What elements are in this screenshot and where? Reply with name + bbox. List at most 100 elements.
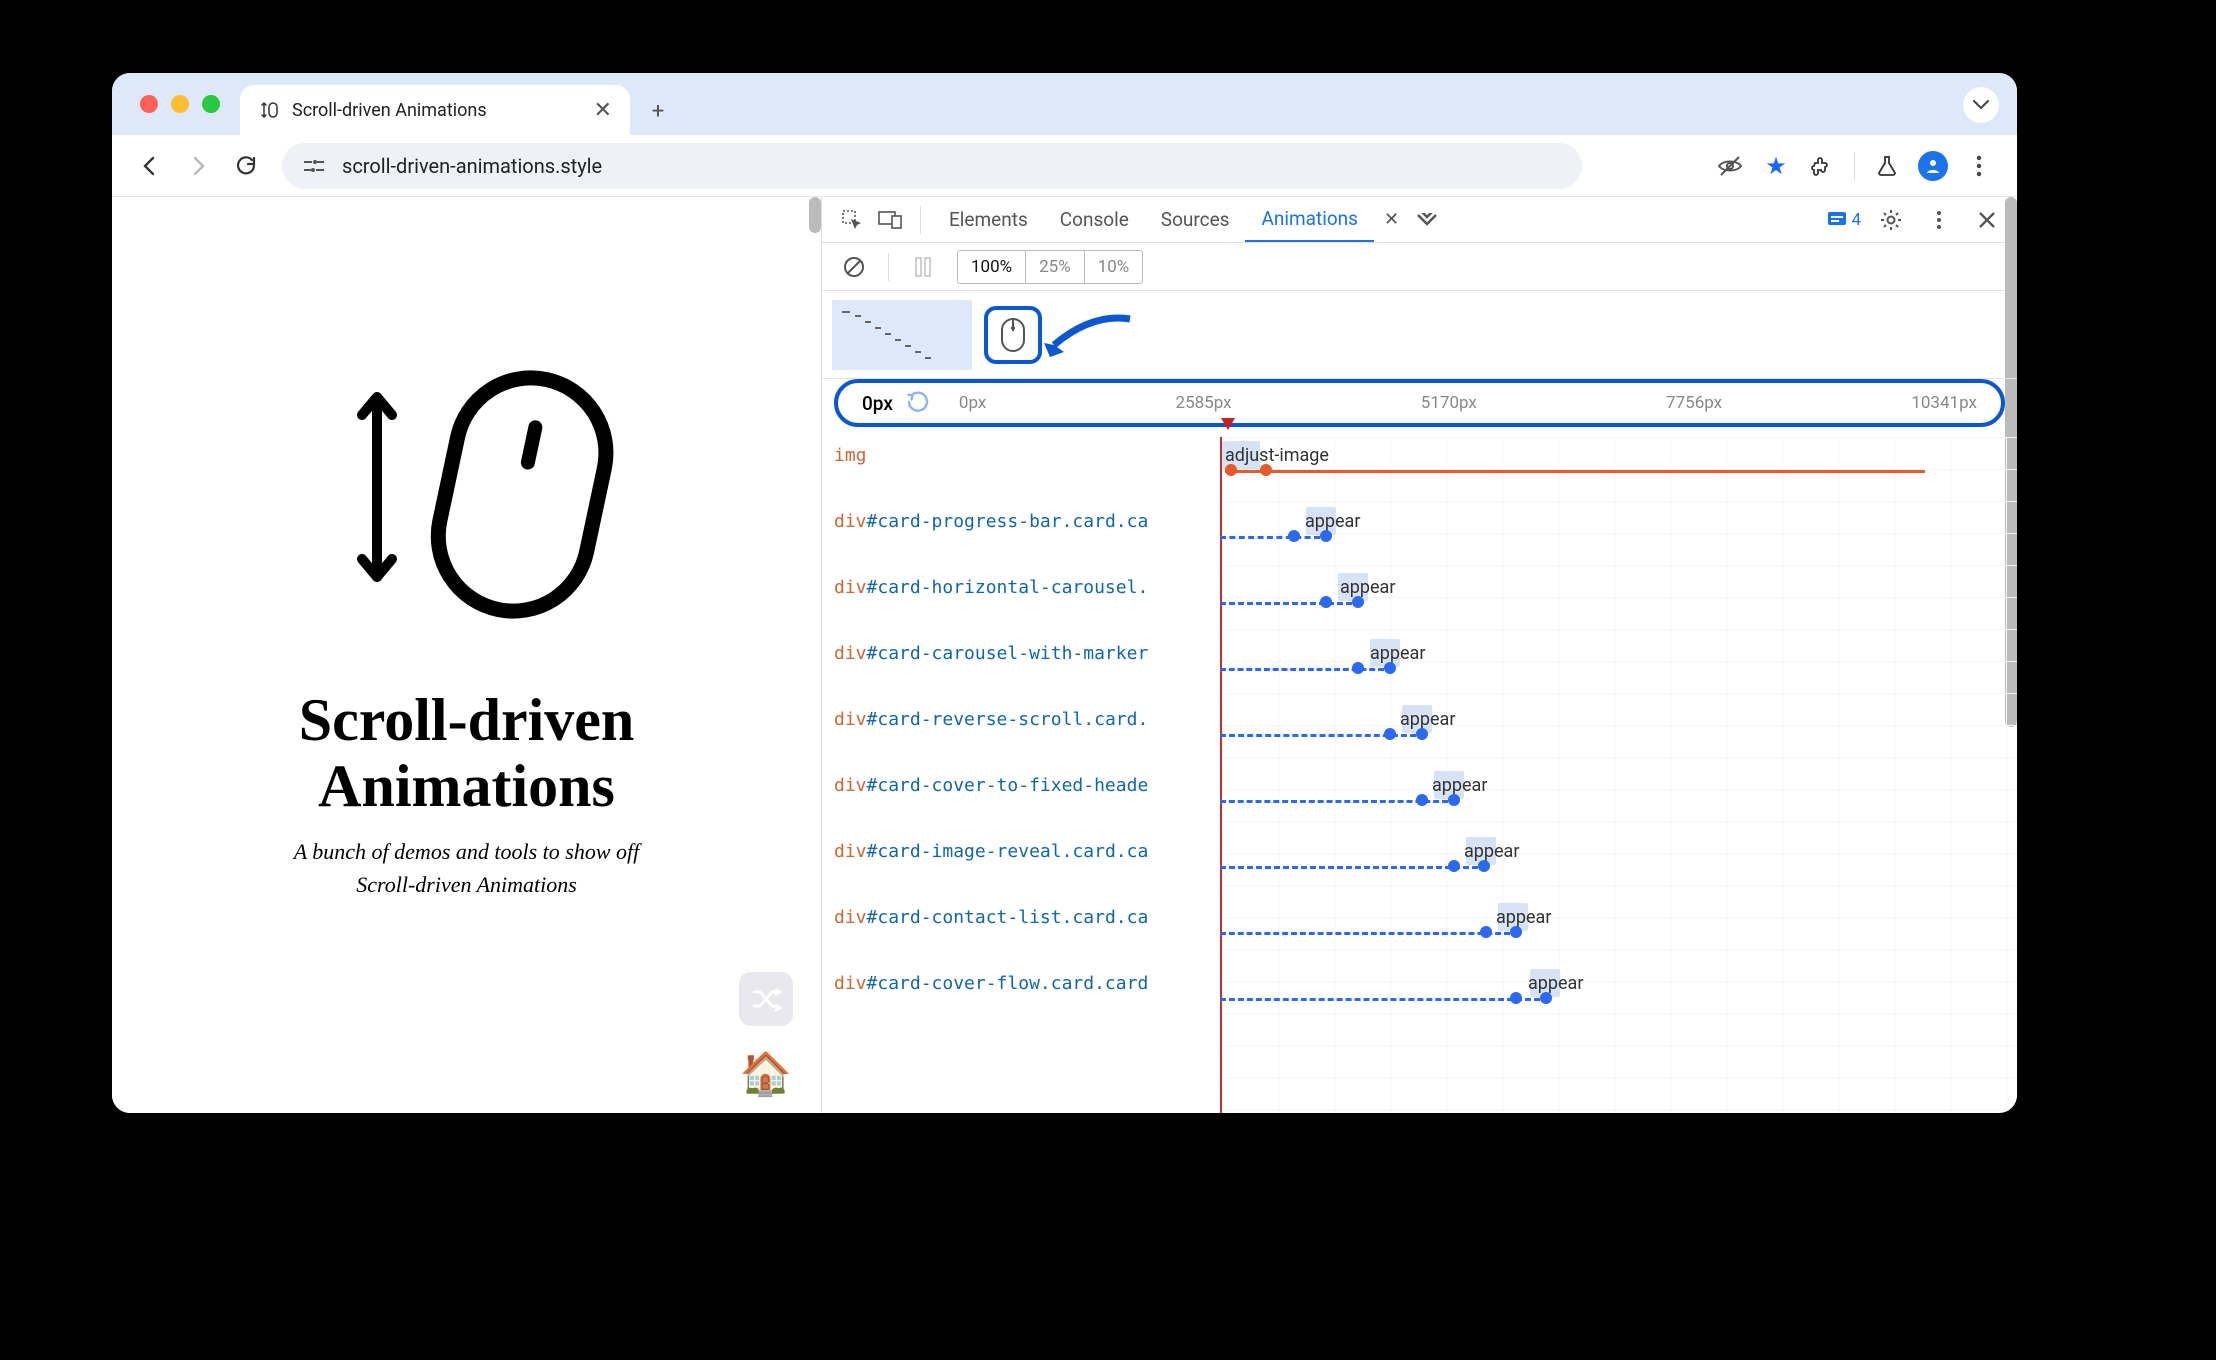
avatar-icon: [1918, 151, 1948, 181]
new-tab-button[interactable]: +: [640, 93, 676, 129]
page-title: Scroll-drivenAnimations: [299, 687, 635, 819]
replay-icon[interactable]: [907, 391, 931, 415]
reload-button[interactable]: [226, 146, 266, 186]
devtools-panel: ElementsConsoleSourcesAnimations ✕ 4: [822, 197, 2017, 1113]
animation-row[interactable]: div#card-progress-bar.card.caappear: [822, 503, 2017, 569]
row-element-label: div#card-horizontal-carousel.: [822, 577, 1220, 598]
incognito-tracking-icon[interactable]: [1710, 146, 1750, 186]
speed-100%[interactable]: 100%: [958, 251, 1026, 283]
animation-bar: [1220, 599, 1352, 605]
keyframe-dot[interactable]: [1448, 860, 1460, 872]
row-track[interactable]: appear: [1220, 973, 2017, 1023]
keyframe-dot[interactable]: [1352, 662, 1364, 674]
animation-row[interactable]: div#card-reverse-scroll.card.appear: [822, 701, 2017, 767]
row-element-label: div#card-contact-list.card.ca: [822, 907, 1220, 928]
chrome-menu-icon[interactable]: [1959, 146, 1999, 186]
animation-name: appear: [1305, 511, 1360, 532]
animation-name: appear: [1464, 841, 1519, 862]
animation-name: appear: [1528, 973, 1583, 994]
more-tabs-icon[interactable]: [1409, 202, 1445, 238]
back-button[interactable]: [130, 146, 170, 186]
keyframe-dot[interactable]: [1478, 860, 1490, 872]
animations-toolbar: 100%25%10%: [822, 243, 2017, 291]
tab-search-button[interactable]: [1963, 87, 1999, 123]
animation-group-1[interactable]: [832, 300, 972, 370]
devtools-tab-elements[interactable]: Elements: [933, 198, 1044, 242]
close-tab-icon[interactable]: ✕: [594, 98, 612, 123]
row-track[interactable]: appear: [1220, 709, 2017, 759]
devtools-tab-console[interactable]: Console: [1044, 198, 1145, 242]
animation-groups: [822, 291, 2017, 379]
timeline-ruler[interactable]: 0px 0px2585px5170px7756px10341px: [834, 379, 2005, 427]
zoom-window-icon[interactable]: [202, 95, 220, 113]
keyframe-dot[interactable]: [1448, 794, 1460, 806]
profile-avatar[interactable]: [1913, 146, 1953, 186]
animation-bar: [1220, 863, 1478, 869]
inspect-element-icon[interactable]: [834, 202, 870, 238]
animation-row[interactable]: div#card-cover-flow.card.cardappear: [822, 965, 2017, 1031]
animation-row[interactable]: div#card-horizontal-carousel.appear: [822, 569, 2017, 635]
device-toolbar-icon[interactable]: [872, 202, 908, 238]
page-subtitle: A bunch of demos and tools to show offSc…: [294, 835, 640, 901]
animation-row[interactable]: div#card-contact-list.card.ca appear: [822, 899, 2017, 965]
row-track[interactable]: adjust-image: [1220, 445, 2017, 495]
clear-all-icon[interactable]: [836, 249, 872, 285]
keyframe-dot[interactable]: [1384, 662, 1396, 674]
speed-10%[interactable]: 10%: [1085, 251, 1143, 283]
row-track[interactable]: appear: [1220, 511, 2017, 561]
playhead-icon[interactable]: [1220, 417, 1236, 431]
keyframe-dot[interactable]: [1320, 530, 1332, 542]
devtools-menu-icon[interactable]: [1921, 202, 1957, 238]
animation-name: adjust-image: [1225, 445, 1329, 466]
speed-25%[interactable]: 25%: [1026, 251, 1085, 283]
keyframe-dot[interactable]: [1480, 926, 1492, 938]
settings-gear-icon[interactable]: [1873, 202, 1909, 238]
keyframe-dot[interactable]: [1384, 728, 1396, 740]
animation-bar: [1220, 929, 1510, 935]
browser-tab[interactable]: Scroll-driven Animations ✕: [240, 85, 630, 135]
keyframe-dot[interactable]: [1260, 464, 1272, 476]
pause-all-icon[interactable]: [905, 249, 941, 285]
ruler-tick: 10341px: [1911, 393, 1977, 413]
home-button[interactable]: 🏠: [739, 1047, 793, 1101]
animation-name: appear: [1496, 907, 1551, 928]
devtools-tabbar: ElementsConsoleSourcesAnimations ✕ 4: [822, 197, 2017, 243]
minimize-window-icon[interactable]: [171, 95, 189, 113]
row-track[interactable]: appear: [1220, 577, 2017, 627]
close-devtools-icon[interactable]: [1969, 202, 2005, 238]
playback-speed[interactable]: 100%25%10%: [957, 250, 1143, 284]
messages-badge[interactable]: 4: [1827, 210, 1861, 230]
keyframe-dot[interactable]: [1510, 926, 1522, 938]
animation-row[interactable]: div#card-cover-to-fixed-headeappear: [822, 767, 2017, 833]
row-track[interactable]: appear: [1220, 841, 2017, 891]
keyframe-dot[interactable]: [1540, 992, 1552, 1004]
forward-button[interactable]: [178, 146, 218, 186]
keyframe-dot[interactable]: [1352, 596, 1364, 608]
row-track[interactable]: appear: [1220, 907, 2017, 957]
keyframe-dot[interactable]: [1288, 530, 1300, 542]
site-settings-icon[interactable]: [300, 154, 328, 178]
shuffle-button[interactable]: [739, 972, 793, 1026]
devtools-tab-animations[interactable]: Animations: [1245, 198, 1373, 242]
bookmark-star-icon[interactable]: ★: [1756, 146, 1796, 186]
keyframe-dot[interactable]: [1416, 728, 1428, 740]
keyframe-dot[interactable]: [1510, 992, 1522, 1004]
page-scrollbar[interactable]: [809, 197, 821, 233]
row-element-label: div#card-carousel-with-marker: [822, 643, 1220, 664]
keyframe-dot[interactable]: [1416, 794, 1428, 806]
animation-row[interactable]: div#card-carousel-with-markerappear: [822, 635, 2017, 701]
close-window-icon[interactable]: [140, 95, 158, 113]
devtools-tab-sources[interactable]: Sources: [1145, 198, 1246, 242]
keyframe-dot[interactable]: [1320, 596, 1332, 608]
row-track[interactable]: appear: [1220, 643, 2017, 693]
tab-title: Scroll-driven Animations: [292, 100, 487, 121]
row-track[interactable]: appear: [1220, 775, 2017, 825]
close-panel-tab-icon[interactable]: ✕: [1376, 209, 1407, 230]
scroll-driven-indicator[interactable]: [984, 306, 1042, 364]
flask-labs-icon[interactable]: [1867, 146, 1907, 186]
extensions-icon[interactable]: [1802, 146, 1842, 186]
animation-row[interactable]: imgadjust-image: [822, 437, 2017, 503]
address-bar[interactable]: scroll-driven-animations.style: [282, 143, 1582, 189]
keyframe-dot[interactable]: [1225, 464, 1237, 476]
animation-row[interactable]: div#card-image-reveal.card.caappear: [822, 833, 2017, 899]
